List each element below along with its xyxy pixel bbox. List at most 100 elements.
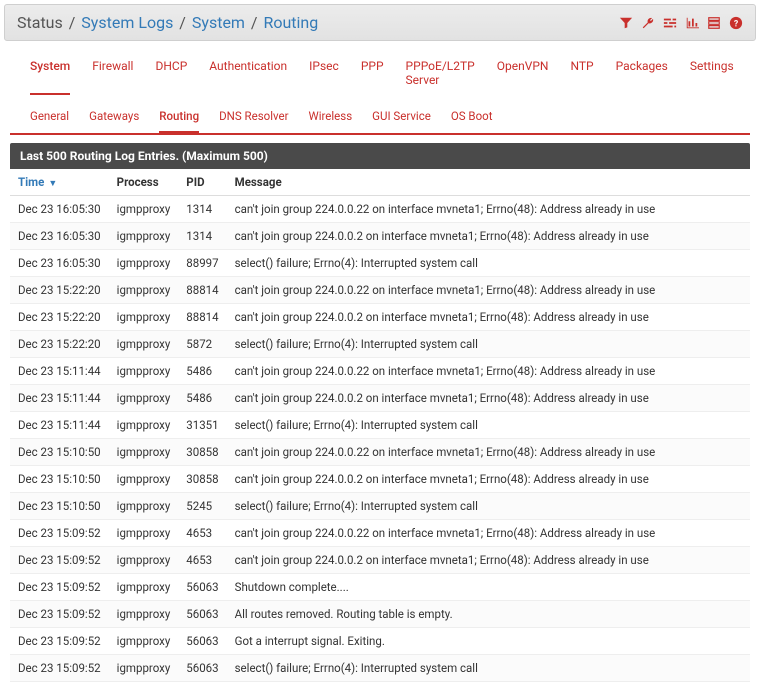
cell-time: Dec 23 15:09:52 (10, 547, 109, 574)
cell-message: can't join group 224.0.0.22 on interface… (227, 520, 750, 547)
col-header-process[interactable]: Process (109, 169, 179, 196)
primary-tab[interactable]: OpenVPN (497, 59, 549, 95)
cell-process: igmpproxy (109, 493, 179, 520)
cell-time: Dec 23 16:05:30 (10, 196, 109, 223)
toolbar-icons: ? (619, 15, 743, 30)
primary-tab[interactable]: Settings (690, 59, 734, 95)
primary-tab[interactable]: System (30, 59, 70, 95)
cell-time: Dec 23 15:10:50 (10, 439, 109, 466)
breadcrumb-sep: / (179, 13, 186, 32)
primary-tab[interactable]: PPP (361, 59, 384, 95)
secondary-tab[interactable]: Gateways (89, 109, 139, 133)
cell-message: can't join group 224.0.0.2 on interface … (227, 547, 750, 574)
cell-pid: 30858 (178, 439, 226, 466)
breadcrumb-system[interactable]: System (192, 13, 245, 32)
cell-process: igmpproxy (109, 466, 179, 493)
sliders-icon[interactable] (663, 15, 677, 30)
bar-chart-icon[interactable] (685, 15, 699, 30)
sort-caret-down-icon: ▼ (48, 179, 57, 189)
col-header-pid[interactable]: PID (178, 169, 226, 196)
cell-message: Shutdown complete.... (227, 574, 750, 601)
primary-tab[interactable]: Packages (616, 59, 668, 95)
table-row: Dec 23 15:09:52igmpproxy4653can't join g… (10, 547, 750, 574)
col-header-time-label: Time (18, 175, 44, 189)
wrench-icon[interactable] (641, 15, 655, 30)
breadcrumb-sep: / (251, 13, 258, 32)
breadcrumb-system-logs[interactable]: System Logs (81, 13, 173, 32)
primary-tab[interactable]: NTP (571, 59, 594, 95)
col-header-message[interactable]: Message (227, 169, 750, 196)
cell-time: Dec 23 15:10:50 (10, 493, 109, 520)
cell-message: select() failure; Errno(4): Interrupted … (227, 655, 750, 682)
cell-process: igmpproxy (109, 547, 179, 574)
primary-tab[interactable]: IPsec (309, 59, 339, 95)
breadcrumb: Status / System Logs / System / Routing (17, 13, 318, 32)
cell-time: Dec 23 15:22:20 (10, 304, 109, 331)
primary-tabs: System Firewall DHCP Authentication IPsec PPP… (0, 45, 760, 95)
cell-pid: 56063 (178, 601, 226, 628)
cell-process: igmpproxy (109, 574, 179, 601)
cell-process: igmpproxy (109, 601, 179, 628)
primary-tab[interactable]: DHCP (155, 59, 187, 95)
cell-process: igmpproxy (109, 439, 179, 466)
list-icon[interactable] (707, 15, 721, 30)
cell-process: igmpproxy (109, 304, 179, 331)
cell-time: Dec 23 15:11:44 (10, 358, 109, 385)
cell-process: igmpproxy (109, 196, 179, 223)
cell-pid: 31351 (178, 412, 226, 439)
cell-process: igmpproxy (109, 223, 179, 250)
cell-time: Dec 23 15:11:44 (10, 412, 109, 439)
secondary-tab[interactable]: GUI Service (372, 109, 431, 133)
cell-process: igmpproxy (109, 628, 179, 655)
breadcrumb-sep: / (69, 13, 76, 32)
cell-pid: 56063 (178, 655, 226, 682)
cell-process: igmpproxy (109, 331, 179, 358)
cell-time: Dec 23 16:05:30 (10, 250, 109, 277)
table-row: Dec 23 15:09:52igmpproxy56063All routes … (10, 601, 750, 628)
cell-pid: 88814 (178, 304, 226, 331)
primary-tab[interactable]: Firewall (92, 59, 133, 95)
cell-pid: 1314 (178, 223, 226, 250)
cell-pid: 56063 (178, 628, 226, 655)
breadcrumb-root: Status (17, 13, 63, 32)
cell-pid: 5245 (178, 493, 226, 520)
secondary-tab[interactable]: OS Boot (451, 109, 493, 133)
help-icon[interactable]: ? (729, 15, 743, 30)
table-row: Dec 23 15:10:50igmpproxy30858can't join … (10, 466, 750, 493)
filter-icon[interactable] (619, 15, 633, 30)
cell-message: All routes removed. Routing table is emp… (227, 601, 750, 628)
secondary-tab[interactable]: General (30, 109, 69, 133)
primary-tab[interactable]: PPPoE/L2TP Server (406, 59, 475, 95)
table-header-row: Time ▼ Process PID Message (10, 169, 750, 196)
table-row: Dec 23 15:22:20igmpproxy88814can't join … (10, 304, 750, 331)
cell-pid: 88814 (178, 277, 226, 304)
primary-tab[interactable]: Authentication (209, 59, 287, 95)
table-row: Dec 23 15:09:52igmpproxy56063select() fa… (10, 655, 750, 682)
cell-message: can't join group 224.0.0.2 on interface … (227, 304, 750, 331)
table-row: Dec 23 15:11:44igmpproxy31351select() fa… (10, 412, 750, 439)
table-row: Dec 23 16:05:30igmpproxy1314can't join g… (10, 196, 750, 223)
secondary-tab[interactable]: DNS Resolver (219, 109, 288, 133)
cell-pid: 56063 (178, 574, 226, 601)
cell-message: can't join group 224.0.0.2 on interface … (227, 385, 750, 412)
secondary-tab[interactable]: Wireless (309, 109, 353, 133)
cell-pid: 5486 (178, 358, 226, 385)
table-row: Dec 23 15:11:44igmpproxy5486can't join g… (10, 358, 750, 385)
cell-message: select() failure; Errno(4): Interrupted … (227, 493, 750, 520)
cell-message: can't join group 224.0.0.22 on interface… (227, 358, 750, 385)
cell-pid: 4653 (178, 547, 226, 574)
cell-process: igmpproxy (109, 385, 179, 412)
panel-header: Last 500 Routing Log Entries. (Maximum 5… (10, 143, 750, 169)
secondary-tabs: General Gateways Routing DNS Resolver Wirele… (0, 95, 760, 133)
secondary-tab[interactable]: Routing (159, 109, 199, 133)
cell-message: select() failure; Errno(4): Interrupted … (227, 412, 750, 439)
table-row: Dec 23 15:22:20igmpproxy88814can't join … (10, 277, 750, 304)
col-header-time[interactable]: Time ▼ (10, 169, 109, 196)
table-row: Dec 23 16:05:30igmpproxy1314can't join g… (10, 223, 750, 250)
table-row: Dec 23 15:11:44igmpproxy5486can't join g… (10, 385, 750, 412)
cell-process: igmpproxy (109, 358, 179, 385)
cell-pid: 5872 (178, 331, 226, 358)
table-row: Dec 23 15:10:50igmpproxy5245select() fai… (10, 493, 750, 520)
cell-time: Dec 23 15:09:52 (10, 628, 109, 655)
breadcrumb-routing[interactable]: Routing (264, 13, 319, 32)
